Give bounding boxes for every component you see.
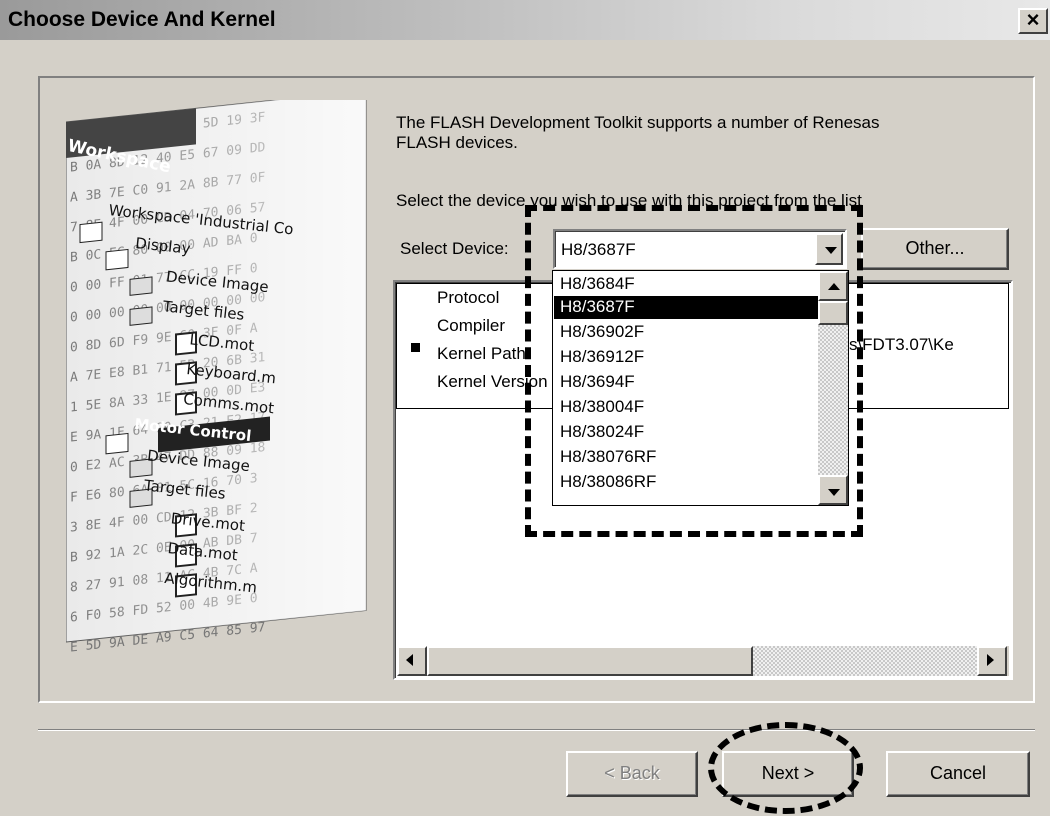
cancel-button[interactable]: Cancel [886, 751, 1030, 797]
scroll-right-button[interactable] [977, 646, 1007, 676]
scroll-left-button[interactable] [397, 646, 427, 676]
workspace-illustration: 7 2A 9A 21 0A 4D 5D 19 3F B 0A 8D 12 40 … [66, 100, 376, 660]
intro-text-line2: FLASH devices. [396, 133, 518, 152]
close-button[interactable]: × [1018, 8, 1048, 34]
tree-item: Display [134, 234, 192, 258]
arrow-left-icon [406, 654, 413, 666]
title-bar: Choose Device And Kernel × [0, 0, 1050, 40]
scroll-thumb[interactable] [427, 646, 753, 676]
close-icon: × [1026, 7, 1040, 32]
next-button-highlight-annotation [708, 722, 863, 814]
device-bullet-icon [411, 343, 420, 352]
protocol-label: Protocol [437, 288, 500, 307]
other-button[interactable]: Other... [861, 228, 1009, 270]
compiler-label: Compiler [437, 316, 506, 335]
kernel-path-label: Kernel Path [437, 344, 526, 363]
back-button[interactable]: < Back [566, 751, 698, 797]
intro-text-line1: The FLASH Development Toolkit supports a… [396, 113, 880, 132]
button-separator [38, 729, 1035, 731]
window-title: Choose Device And Kernel [8, 8, 276, 31]
arrow-right-icon [987, 654, 994, 666]
horizontal-scrollbar[interactable] [397, 646, 1009, 676]
select-device-label: Select Device: [400, 239, 509, 258]
dropdown-highlight-annotation [525, 205, 863, 537]
